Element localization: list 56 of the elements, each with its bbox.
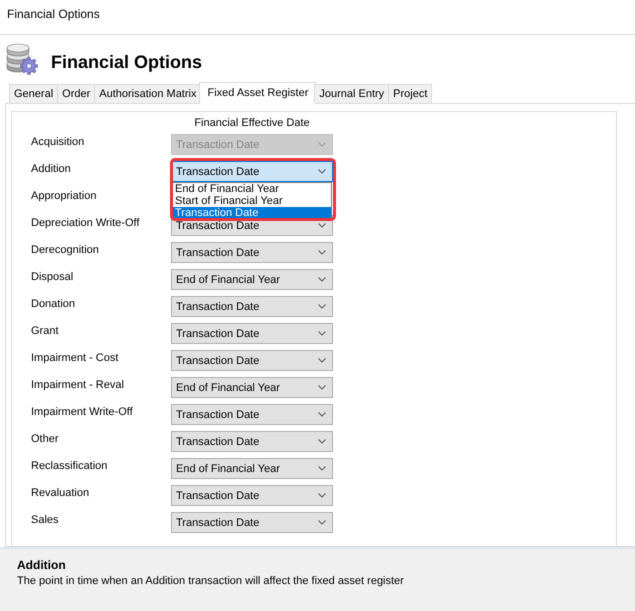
field-label: Addition bbox=[31, 162, 72, 176]
dropdown[interactable]: Transaction Date bbox=[171, 296, 333, 317]
tab[interactable]: Authorisation Matrix bbox=[94, 84, 202, 103]
column-heading: Financial Effective Date bbox=[193, 116, 311, 130]
field-label: Impairment - Reval bbox=[31, 378, 125, 392]
chevron-down-icon bbox=[318, 358, 326, 363]
field-label: Depreciation Write-Off bbox=[31, 216, 140, 230]
field-label: Acquisition bbox=[31, 135, 86, 149]
chevron-down-icon bbox=[318, 520, 326, 525]
dropdown[interactable]: Transaction Date bbox=[171, 404, 333, 425]
tab[interactable]: Fixed Asset Register bbox=[199, 82, 316, 104]
chevron-down-icon bbox=[318, 169, 326, 174]
chevron-down-icon bbox=[318, 223, 326, 228]
page-title: Financial Options bbox=[51, 50, 202, 72]
coins-gear-icon bbox=[5, 42, 39, 76]
field-label: Sales bbox=[31, 513, 60, 527]
chevron-down-icon bbox=[318, 304, 326, 309]
description-title: Addition bbox=[17, 558, 67, 572]
dropdown[interactable]: End of Financial Year bbox=[171, 377, 333, 398]
chevron-down-icon bbox=[318, 331, 326, 336]
chevron-down-icon bbox=[318, 412, 326, 417]
field-label: Revaluation bbox=[31, 486, 90, 500]
tab[interactable]: Project bbox=[388, 84, 432, 103]
tab[interactable]: Order bbox=[57, 84, 96, 103]
chevron-down-icon bbox=[318, 493, 326, 498]
field-label: Disposal bbox=[31, 270, 74, 284]
dropdown[interactable]: Transaction Date bbox=[171, 161, 333, 182]
chevron-down-icon bbox=[318, 385, 326, 390]
dropdown[interactable]: Transaction Date bbox=[171, 431, 333, 452]
dropdown[interactable]: Transaction Date bbox=[171, 350, 333, 371]
chevron-down-icon bbox=[318, 142, 326, 147]
dropdown-option[interactable]: End of Financial Year bbox=[172, 183, 331, 195]
dropdown[interactable]: Transaction Date bbox=[171, 512, 333, 533]
field-label: Derecognition bbox=[31, 243, 100, 257]
tab[interactable]: Journal Entry bbox=[314, 84, 390, 103]
chevron-down-icon bbox=[318, 439, 326, 444]
field-label: Other bbox=[31, 432, 60, 446]
field-label: Reclassification bbox=[31, 459, 108, 473]
dropdown[interactable]: End of Financial Year bbox=[171, 458, 333, 479]
tab[interactable]: General bbox=[9, 84, 58, 103]
window-title: Financial Options bbox=[7, 7, 100, 21]
dropdown[interactable]: Transaction Date bbox=[171, 242, 333, 263]
field-label: Grant bbox=[31, 324, 60, 338]
field-label: Impairment - Cost bbox=[31, 351, 120, 365]
dropdown[interactable]: End of Financial Year bbox=[171, 269, 333, 290]
description-text: The point in time when an Addition transaction will affect the fixed asset register bbox=[17, 574, 405, 588]
field-label: Donation bbox=[31, 297, 76, 311]
dropdown-option[interactable]: Start of Financial Year bbox=[172, 195, 331, 207]
chevron-down-icon bbox=[318, 250, 326, 255]
chevron-down-icon bbox=[318, 466, 326, 471]
dropdown-option[interactable]: Transaction Date bbox=[172, 207, 331, 219]
chevron-down-icon bbox=[318, 277, 326, 282]
field-label: Impairment Write-Off bbox=[31, 405, 134, 419]
field-label: Appropriation bbox=[31, 189, 98, 203]
dropdown[interactable]: Transaction Date bbox=[171, 485, 333, 506]
dropdown[interactable]: Transaction Date bbox=[171, 323, 333, 344]
